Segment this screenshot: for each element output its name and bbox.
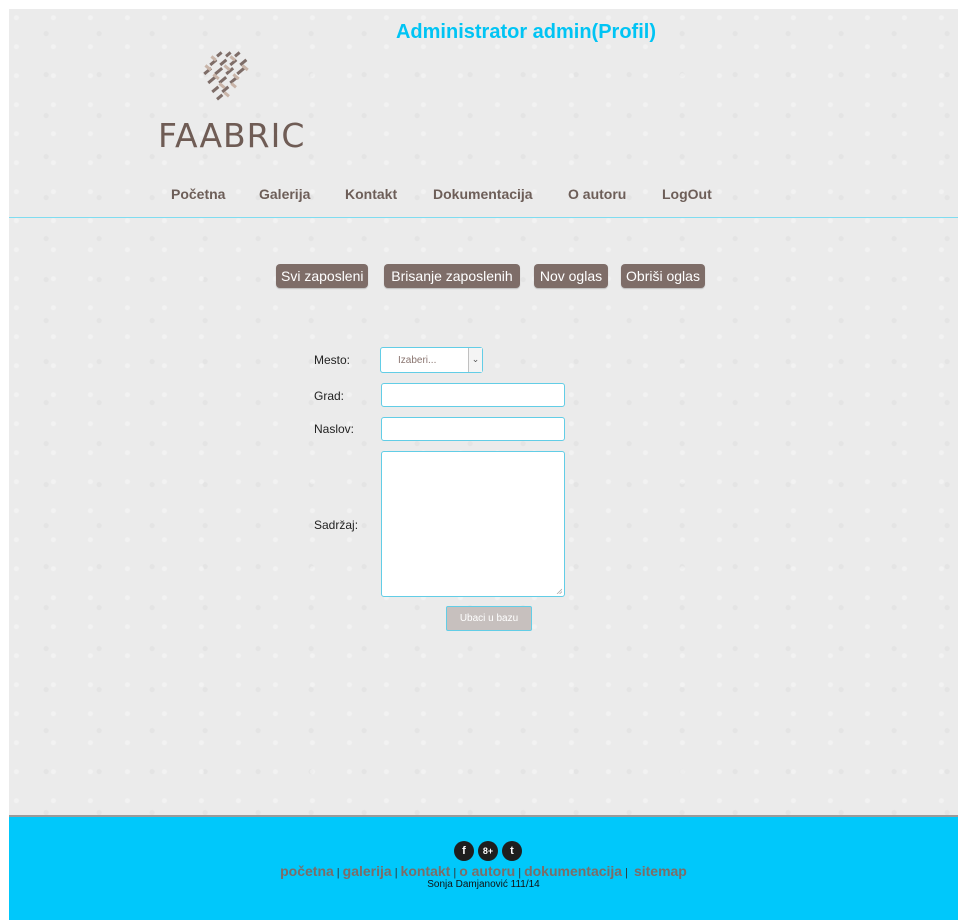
page: Administrator admin(Profil) FAABRIC Poče…	[9, 9, 958, 920]
footer-separator: |	[518, 867, 522, 879]
footer-separator: |	[394, 867, 398, 879]
grad-input[interactable]	[381, 383, 565, 407]
footer-link-galerija[interactable]: galerija	[343, 863, 392, 879]
nav-kontakt[interactable]: Kontakt	[345, 186, 397, 202]
footer-link-o-autoru[interactable]: o autoru	[459, 863, 515, 879]
nav-galerija[interactable]: Galerija	[259, 186, 310, 202]
naslov-label: Naslov:	[314, 422, 355, 436]
sadrzaj-label: Sadržaj:	[314, 518, 359, 532]
twitter-icon[interactable]: t	[502, 841, 522, 861]
nav-logout[interactable]: LogOut	[662, 186, 712, 202]
mesto-label: Mesto:	[314, 353, 351, 367]
footer-link-dokumentacija[interactable]: dokumentacija	[524, 863, 622, 879]
footer-separator: |	[625, 867, 628, 879]
resize-grip-icon[interactable]	[556, 588, 562, 594]
google-plus-icon[interactable]: 8+	[478, 841, 498, 861]
admin-profile-title[interactable]: Administrator admin(Profil)	[361, 21, 691, 44]
facebook-icon[interactable]: f	[454, 841, 474, 861]
chevron-down-icon[interactable]: ⌄	[468, 348, 482, 372]
fabric-logo-icon[interactable]	[189, 51, 261, 109]
submit-button[interactable]: Ubaci u bazu	[446, 606, 532, 631]
nav-pocetna[interactable]: Početna	[171, 186, 225, 202]
nav-divider	[9, 217, 958, 218]
new-ad-button[interactable]: Nov oglas	[534, 264, 608, 288]
logo-text[interactable]: FAABRIC	[158, 116, 305, 155]
mesto-select[interactable]: Izaberi... ⌄	[380, 347, 483, 373]
footer: f 8+ t početna | galerija | kontakt | o autoru…	[9, 817, 958, 920]
footer-separator: |	[453, 867, 457, 879]
grad-label: Grad:	[314, 389, 345, 403]
footer-separator: |	[336, 867, 340, 879]
mesto-selected-value: Izaberi...	[398, 355, 437, 366]
nav-o-autoru[interactable]: O autoru	[568, 186, 626, 202]
footer-link-kontakt[interactable]: kontakt	[401, 863, 451, 879]
all-employees-button[interactable]: Svi zaposleni	[276, 264, 368, 288]
delete-ad-button[interactable]: Obriši oglas	[621, 264, 705, 288]
footer-link-sitemap[interactable]: sitemap	[634, 863, 687, 879]
nav-dokumentacija[interactable]: Dokumentacija	[433, 186, 533, 202]
footer-links: početna | galerija | kontakt | o autoru | dokume…	[9, 863, 958, 879]
footer-link-pocetna[interactable]: početna	[280, 863, 334, 879]
author-credit: Sonja Damjanović 111/14	[427, 879, 540, 890]
sadrzaj-textarea[interactable]	[381, 451, 565, 597]
naslov-input[interactable]	[381, 417, 565, 441]
delete-employees-button[interactable]: Brisanje zaposlenih	[384, 264, 520, 288]
